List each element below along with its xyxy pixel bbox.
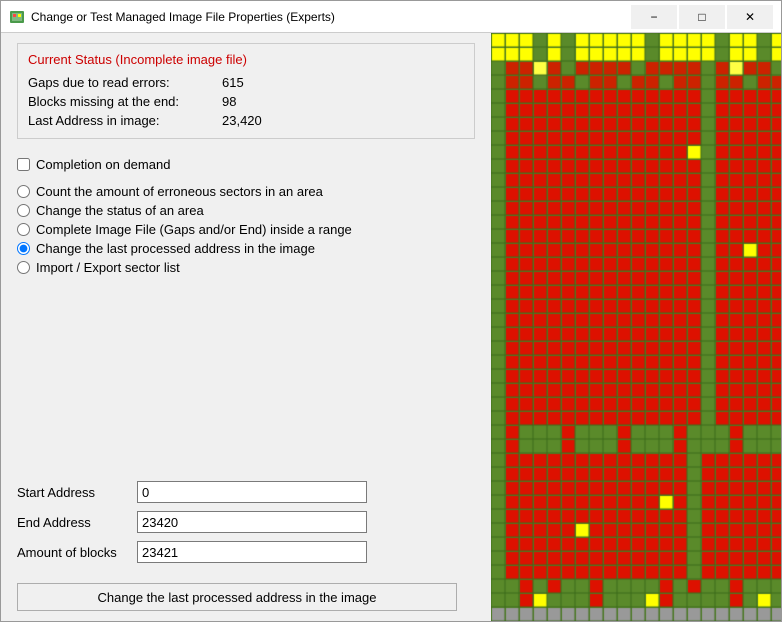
address-value: 23,420: [222, 113, 262, 128]
completion-label: Completion on demand: [36, 157, 170, 172]
radio-row-count[interactable]: Count the amount of erroneous sectors in…: [17, 184, 475, 199]
radio-count[interactable]: [17, 185, 30, 198]
end-address-row: End Address: [17, 511, 475, 533]
radio-status[interactable]: [17, 204, 30, 217]
radio-change-address-label: Change the last processed address in the…: [36, 241, 315, 256]
action-button[interactable]: Change the last processed address in the…: [17, 583, 457, 611]
amount-blocks-label: Amount of blocks: [17, 545, 127, 560]
title-bar-text: Change or Test Managed Image File Proper…: [31, 10, 631, 24]
grid-visualization: [491, 33, 781, 621]
radio-count-label: Count the amount of erroneous sectors in…: [36, 184, 323, 199]
title-bar: Change or Test Managed Image File Proper…: [1, 1, 781, 33]
start-address-row: Start Address: [17, 481, 475, 503]
amount-blocks-input[interactable]: [137, 541, 367, 563]
status-group: Current Status (Incomplete image file) G…: [17, 43, 475, 139]
radio-row-complete[interactable]: Complete Image File (Gaps and/or End) in…: [17, 222, 475, 237]
status-title: Current Status (Incomplete image file): [28, 52, 464, 67]
radio-row-change-address[interactable]: Change the last processed address in the…: [17, 241, 475, 256]
close-button[interactable]: ✕: [727, 5, 773, 29]
start-address-input[interactable]: [137, 481, 367, 503]
blocks-label: Blocks missing at the end:: [28, 94, 218, 109]
radio-import-export-label: Import / Export sector list: [36, 260, 180, 275]
start-address-label: Start Address: [17, 485, 127, 500]
completion-checkbox[interactable]: [17, 158, 30, 171]
completion-checkbox-row[interactable]: Completion on demand: [17, 157, 475, 172]
radio-complete[interactable]: [17, 223, 30, 236]
blocks-value: 98: [222, 94, 236, 109]
radio-status-label: Change the status of an area: [36, 203, 204, 218]
maximize-button[interactable]: □: [679, 5, 725, 29]
amount-blocks-row: Amount of blocks: [17, 541, 475, 563]
main-window: Change or Test Managed Image File Proper…: [0, 0, 782, 622]
end-address-label: End Address: [17, 515, 127, 530]
gaps-label: Gaps due to read errors:: [28, 75, 218, 90]
right-panel: [491, 33, 781, 621]
status-row-gaps: Gaps due to read errors: 615: [28, 73, 464, 92]
fields-section: Start Address End Address Amount of bloc…: [17, 471, 475, 611]
radio-row-import-export[interactable]: Import / Export sector list: [17, 260, 475, 275]
left-panel: Current Status (Incomplete image file) G…: [1, 33, 491, 621]
minimize-button[interactable]: −: [631, 5, 677, 29]
gaps-value: 615: [222, 75, 244, 90]
status-row-blocks: Blocks missing at the end: 98: [28, 92, 464, 111]
radio-import-export[interactable]: [17, 261, 30, 274]
address-label: Last Address in image:: [28, 113, 218, 128]
window-icon: [9, 9, 25, 25]
radio-row-status[interactable]: Change the status of an area: [17, 203, 475, 218]
status-row-address: Last Address in image: 23,420: [28, 111, 464, 130]
radio-group: Count the amount of erroneous sectors in…: [17, 184, 475, 275]
window-controls: − □ ✕: [631, 5, 773, 29]
radio-change-address[interactable]: [17, 242, 30, 255]
end-address-input[interactable]: [137, 511, 367, 533]
radio-complete-label: Complete Image File (Gaps and/or End) in…: [36, 222, 352, 237]
window-body: Current Status (Incomplete image file) G…: [1, 33, 781, 621]
